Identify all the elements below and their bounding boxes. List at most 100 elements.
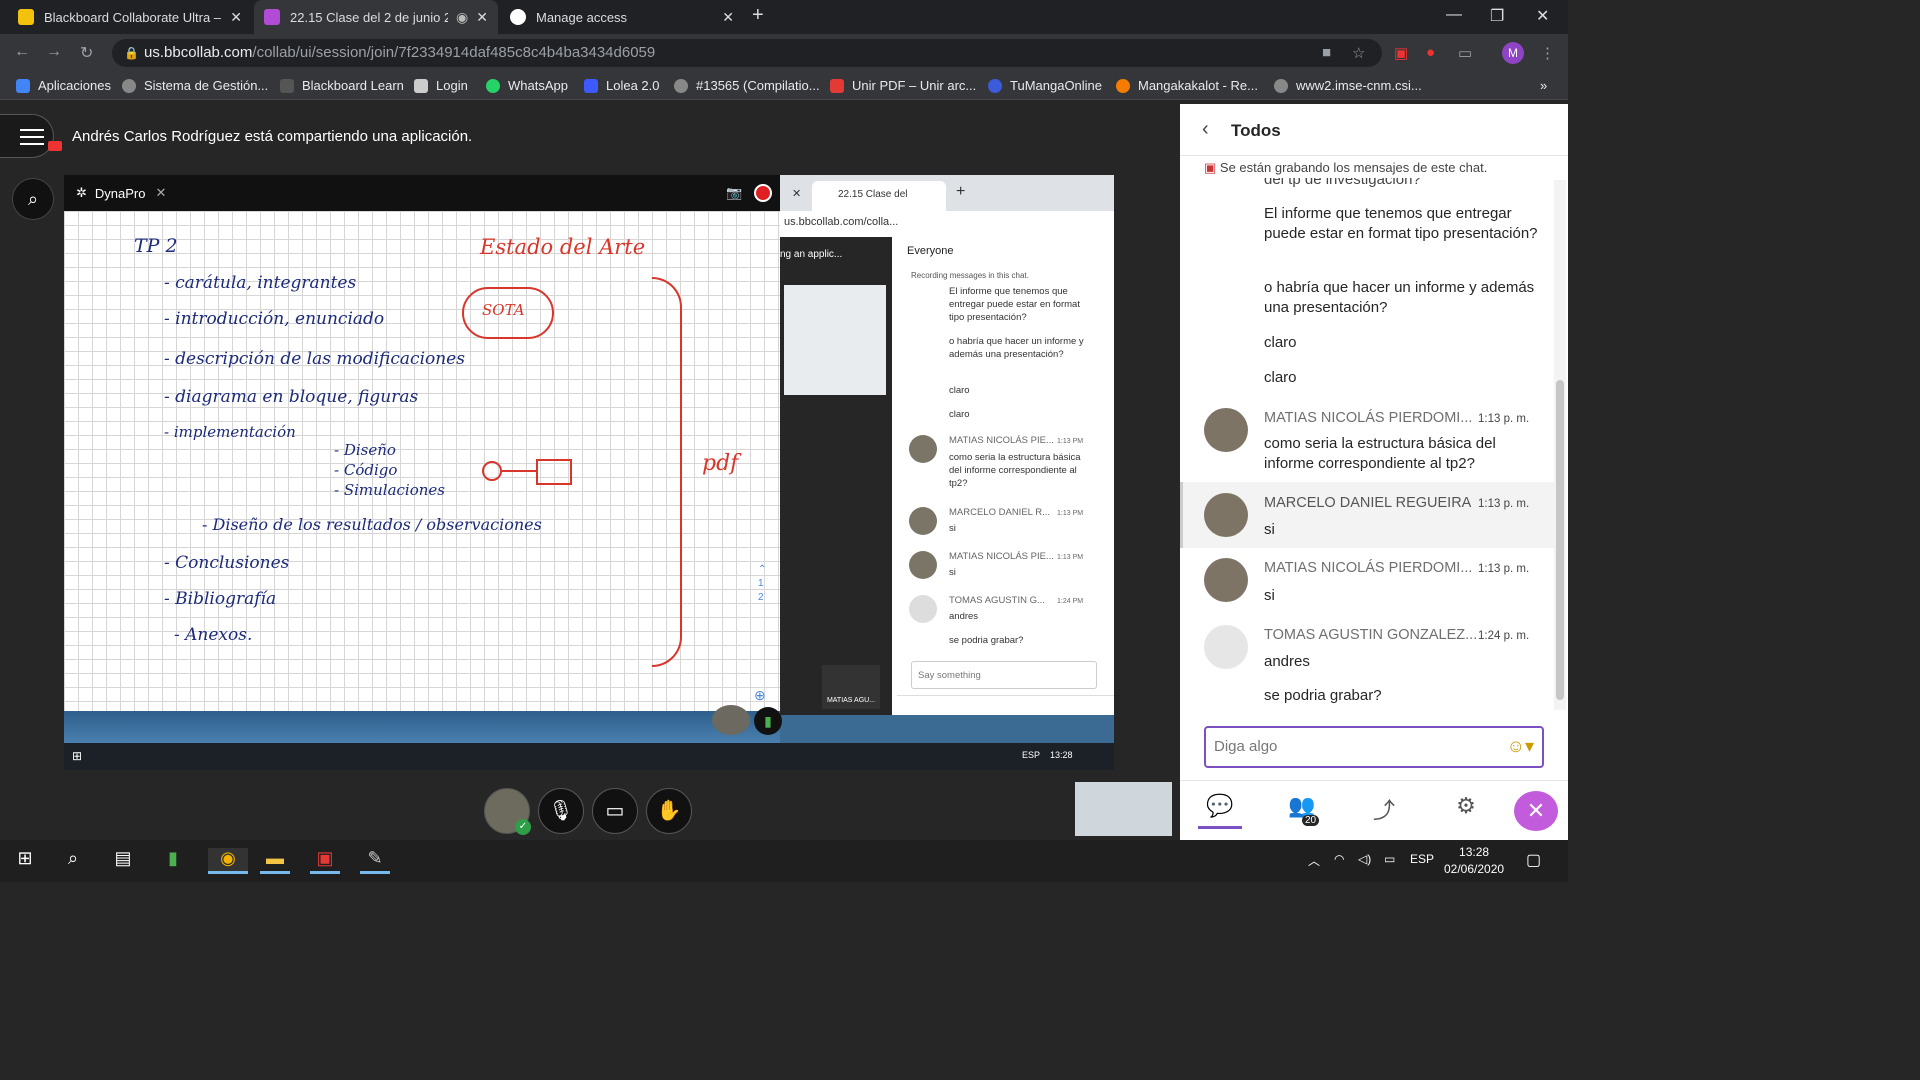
tab-clase[interactable]: 22.15 Clase del 2 de junio 20... ◉ ✕ xyxy=(254,0,498,34)
bookmark-whatsapp[interactable]: WhatsApp xyxy=(486,78,568,93)
bookmark-tumanga[interactable]: TuMangaOnline xyxy=(988,78,1102,93)
message-time: 1:13 p. m. xyxy=(1478,563,1530,575)
zoom-to-fit-icon[interactable]: ⌕ xyxy=(12,178,54,220)
bookmark-mangakakalot[interactable]: Mangakakalot - Re... xyxy=(1116,78,1258,93)
inner-chat-input[interactable]: Say something xyxy=(911,661,1097,689)
chat-scrollbar[interactable] xyxy=(1554,180,1566,710)
bookmark-compilatio[interactable]: #13565 (Compilatio... xyxy=(674,78,820,93)
app-icon[interactable]: ▮ xyxy=(158,848,188,874)
acrobat-icon[interactable]: ▣ xyxy=(310,848,340,874)
inner-tab[interactable]: 22.15 Clase del xyxy=(812,181,946,211)
item-7: - Conclusiones xyxy=(164,553,290,573)
bookmark-login[interactable]: Login xyxy=(414,78,468,93)
notification-icon[interactable]: ▢ xyxy=(1526,850,1541,870)
page-indicator[interactable]: ⌃ 1 2 xyxy=(758,563,766,605)
camera-off-button[interactable]: ▭ xyxy=(592,788,638,834)
bookmark-label: Lolea 2.0 xyxy=(606,78,660,93)
battery-icon[interactable]: ▭ xyxy=(1384,852,1395,866)
adblock-icon[interactable]: ● xyxy=(1426,44,1435,61)
bookmark-blackboard[interactable]: Blackboard Learn xyxy=(280,78,404,93)
tab-title: Manage access xyxy=(536,9,628,25)
close-icon[interactable]: ✕ xyxy=(722,9,734,26)
profile-avatar[interactable]: M xyxy=(1502,42,1524,64)
inner-message: se podria grabar? xyxy=(949,635,1024,646)
windows-start-icon[interactable]: ⊞ xyxy=(10,848,40,874)
tab-blackboard[interactable]: Blackboard Collaborate Ultra – 2... ✕ xyxy=(8,0,252,34)
minimize-button[interactable]: — xyxy=(1446,6,1462,24)
input-language[interactable]: ESP xyxy=(1410,852,1434,866)
chat-icon[interactable]: 💬 xyxy=(1198,793,1242,829)
participants-icon[interactable]: 👥 20 xyxy=(1280,793,1324,829)
record-icon[interactable] xyxy=(754,184,772,202)
mic-icon[interactable]: ▮ xyxy=(754,707,782,735)
bookmark-apps[interactable]: Aplicaciones xyxy=(16,78,111,93)
folder-icon[interactable]: ▬ xyxy=(260,848,290,874)
more-bookmarks-icon[interactable]: » xyxy=(1540,78,1547,93)
bookmark-unir-pdf[interactable]: Unir PDF – Unir arc... xyxy=(830,78,976,93)
inner-url: us.bbcollab.com/colla... xyxy=(784,216,899,228)
paint-icon[interactable]: ✎ xyxy=(360,848,390,874)
bookmark-lolea[interactable]: Lolea 2.0 xyxy=(584,78,660,93)
menu-dots-icon[interactable]: ⋮ xyxy=(1540,44,1555,62)
star-icon[interactable]: ☆ xyxy=(1352,44,1365,62)
url-field[interactable]: 🔒 us.bbcollab.com/collab/ui/session/join… xyxy=(112,39,1382,67)
subitem-1: - Diseño xyxy=(334,441,396,459)
chrome-icon[interactable]: ◉ xyxy=(208,848,248,874)
bookmarks-bar: Aplicaciones Sistema de Gestión... Black… xyxy=(0,72,1568,100)
volume-icon[interactable]: ◁) xyxy=(1358,852,1371,866)
close-window-button[interactable]: ✕ xyxy=(1536,6,1549,26)
message-time: 1:13 p. m. xyxy=(1478,413,1530,425)
reload-icon[interactable]: ↻ xyxy=(80,43,93,63)
inner-message: o habría que hacer un informe y además u… xyxy=(949,336,1084,360)
forward-arrow-icon[interactable]: → xyxy=(46,43,62,61)
scrollbar-thumb[interactable] xyxy=(1556,380,1564,700)
bookmark-imse[interactable]: www2.imse-cnm.csi... xyxy=(1274,78,1422,93)
chat-input[interactable]: Diga algo ☺▾ xyxy=(1204,726,1544,768)
camera-icon[interactable]: ■ xyxy=(1322,44,1331,61)
session-menu-button[interactable] xyxy=(0,114,62,158)
gear-icon[interactable]: ✲ xyxy=(76,185,87,201)
pdf-icon xyxy=(830,78,844,93)
inner-screen-preview xyxy=(784,285,886,395)
wifi-icon[interactable]: ◠ xyxy=(1334,852,1344,866)
new-tab-button[interactable]: + xyxy=(752,4,764,27)
whiteboard-canvas: TP 2 Estado del Arte SOTA - carátula, in… xyxy=(64,211,780,711)
task-view-icon[interactable]: ▤ xyxy=(108,848,138,874)
close-icon[interactable]: ✕ xyxy=(230,9,242,26)
close-icon[interactable]: ✕ xyxy=(476,9,488,26)
zoom-icon[interactable]: ⊕ xyxy=(754,687,766,704)
mangakakalot-icon xyxy=(1116,78,1130,93)
tray-chevron-icon[interactable]: ︿ xyxy=(1308,852,1320,869)
back-arrow-icon[interactable]: ← xyxy=(14,43,30,61)
close-panel-button[interactable]: ✕ xyxy=(1514,791,1558,831)
tab-manage-access[interactable]: Manage access ✕ xyxy=(500,0,744,34)
close-icon[interactable]: ✕ xyxy=(792,187,801,200)
emoji-icon[interactable]: ☺▾ xyxy=(1507,736,1534,757)
close-icon[interactable]: ✕ xyxy=(155,185,166,201)
inner-time: 1:24 PM xyxy=(1057,598,1084,605)
settings-icon[interactable]: ⚙ xyxy=(1444,793,1488,829)
cast-icon[interactable]: ▭ xyxy=(1458,44,1472,62)
inner-avatar xyxy=(909,551,937,579)
mic-off-button[interactable]: 🎙 xyxy=(538,788,584,834)
maximize-button[interactable]: ❐ xyxy=(1490,6,1504,26)
blackboard-icon xyxy=(18,9,34,25)
inner-participant-thumb: MATIAS AGU... xyxy=(822,665,880,709)
pdf-extension-icon[interactable]: ▣ xyxy=(1394,44,1408,62)
share-content-icon[interactable]: ⤴ xyxy=(1362,793,1406,829)
inner-message: como seria la estructura básica del info… xyxy=(949,452,1081,489)
subitem-2: - Código xyxy=(334,461,398,479)
chevron-left-icon[interactable]: ‹ xyxy=(1202,118,1209,141)
raise-hand-button[interactable]: ✋ xyxy=(646,788,692,834)
camera-icon[interactable]: 📷 xyxy=(726,185,742,201)
search-icon[interactable]: ⌕ xyxy=(58,848,88,874)
lolea-icon xyxy=(584,78,598,93)
clock[interactable]: 13:28 02/06/2020 xyxy=(1444,844,1504,878)
new-tab-button[interactable]: + xyxy=(956,183,965,201)
my-avatar-button[interactable]: ✓ xyxy=(484,788,531,835)
shared-application: ✲ DynaPro ✕ 📷 TP 2 Estado del Arte SOTA … xyxy=(64,175,1114,770)
participant-count: 20 xyxy=(1302,815,1320,826)
inner-avatar xyxy=(909,595,937,623)
thumb-label: MATIAS AGU... xyxy=(826,697,876,704)
bookmark-sistema[interactable]: Sistema de Gestión... xyxy=(122,78,268,93)
